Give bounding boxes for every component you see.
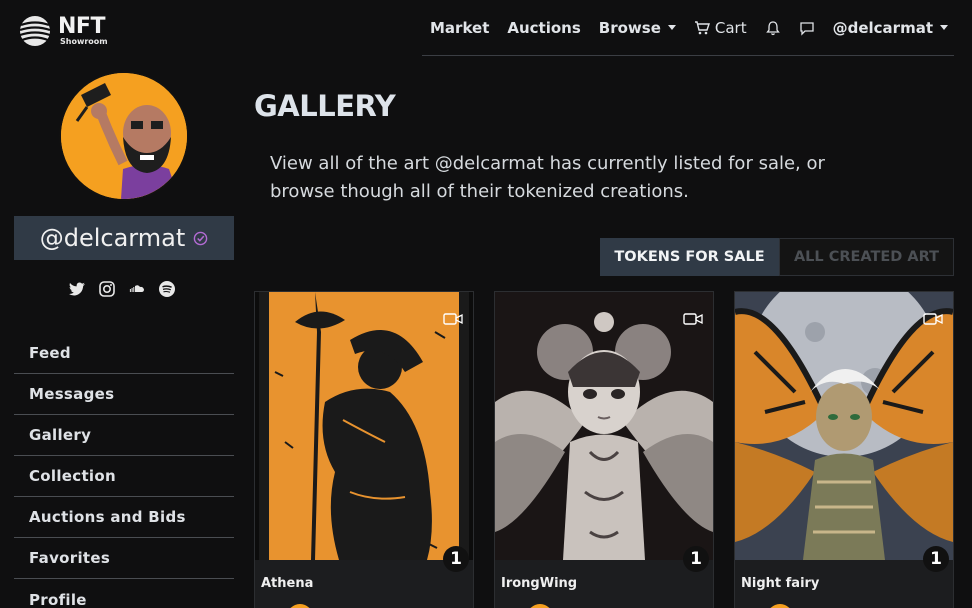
instagram-icon[interactable] — [98, 280, 116, 298]
nav-browse-dropdown[interactable]: Browse — [599, 19, 676, 37]
nav-browse-label: Browse — [598, 18, 661, 37]
nav-cart-link[interactable]: Cart — [694, 19, 747, 37]
card-title[interactable]: IrongWing — [501, 576, 577, 591]
edition-count-badge: 1 — [443, 546, 469, 572]
video-icon — [683, 313, 703, 325]
top-navigation: Market Auctions Browse Cart @delcarmat — [422, 0, 954, 56]
social-links — [68, 280, 176, 298]
creator-avatar — [767, 604, 793, 608]
token-card-grid: 1 Athena 1 IrongWing 1 Night fairy — [254, 291, 954, 608]
nav-user-dropdown[interactable]: @delcarmat — [833, 19, 948, 37]
token-card[interactable]: 1 Athena — [254, 291, 474, 608]
sidebar-menu: Feed Messages Gallery Collection Auction… — [14, 333, 234, 608]
sidebar-item-collection[interactable]: Collection — [14, 456, 234, 497]
sidebar-item-auctions-and-bids[interactable]: Auctions and Bids — [14, 497, 234, 538]
profile-avatar — [59, 71, 189, 201]
nav-auctions-link[interactable]: Auctions — [507, 19, 580, 37]
profile-handle-box: @delcarmat — [14, 216, 234, 260]
brand-name: NFT — [58, 14, 105, 39]
sidebar-item-feed[interactable]: Feed — [14, 333, 234, 374]
artwork-image — [735, 292, 953, 560]
twitter-icon[interactable] — [68, 280, 86, 298]
cart-icon — [694, 20, 710, 34]
soundcloud-icon[interactable] — [128, 280, 146, 298]
intro-line-1: View all of the art @delcarmat has curre… — [270, 153, 825, 174]
brand-tagline: Showroom — [60, 37, 108, 46]
page-title: GALLERY — [254, 89, 396, 123]
spotify-icon[interactable] — [158, 280, 176, 298]
sidebar-item-gallery[interactable]: Gallery — [14, 415, 234, 456]
tab-tokens-for-sale[interactable]: TOKENS FOR SALE — [600, 238, 779, 276]
creator-avatar — [287, 604, 313, 608]
gallery-intro-text: View all of the art @delcarmat has curre… — [270, 150, 910, 206]
video-icon — [443, 313, 463, 325]
card-title[interactable]: Night fairy — [741, 576, 819, 591]
nav-market-link[interactable]: Market — [430, 19, 489, 37]
brand-logo[interactable]: NFT Showroom — [18, 14, 108, 48]
profile-handle: @delcarmat — [39, 224, 186, 252]
sidebar-item-profile[interactable]: Profile — [14, 579, 234, 608]
card-title[interactable]: Athena — [261, 576, 313, 591]
edition-count-badge: 1 — [683, 546, 709, 572]
tab-all-created-art[interactable]: ALL CREATED ART — [779, 238, 954, 276]
striped-globe-logo-icon — [19, 16, 51, 46]
creator-avatar — [527, 604, 553, 608]
bell-icon[interactable] — [765, 20, 781, 36]
chat-icon[interactable] — [799, 20, 815, 36]
sidebar-item-messages[interactable]: Messages — [14, 374, 234, 415]
chevron-down-icon — [667, 25, 676, 30]
artwork-image — [255, 292, 473, 560]
intro-line-2: browse though all of their tokenized cre… — [270, 181, 689, 202]
chevron-down-icon — [940, 25, 948, 30]
nav-user-label: @delcarmat — [832, 18, 933, 37]
sidebar-item-favorites[interactable]: Favorites — [14, 538, 234, 579]
video-icon — [923, 313, 943, 325]
verified-check-icon — [193, 231, 208, 245]
nav-cart-label: Cart — [714, 18, 747, 37]
edition-count-badge: 1 — [923, 546, 949, 572]
gallery-tabs: TOKENS FOR SALE ALL CREATED ART — [600, 238, 954, 276]
artwork-image — [495, 292, 713, 560]
token-card[interactable]: 1 Night fairy — [734, 291, 954, 608]
token-card[interactable]: 1 IrongWing — [494, 291, 714, 608]
